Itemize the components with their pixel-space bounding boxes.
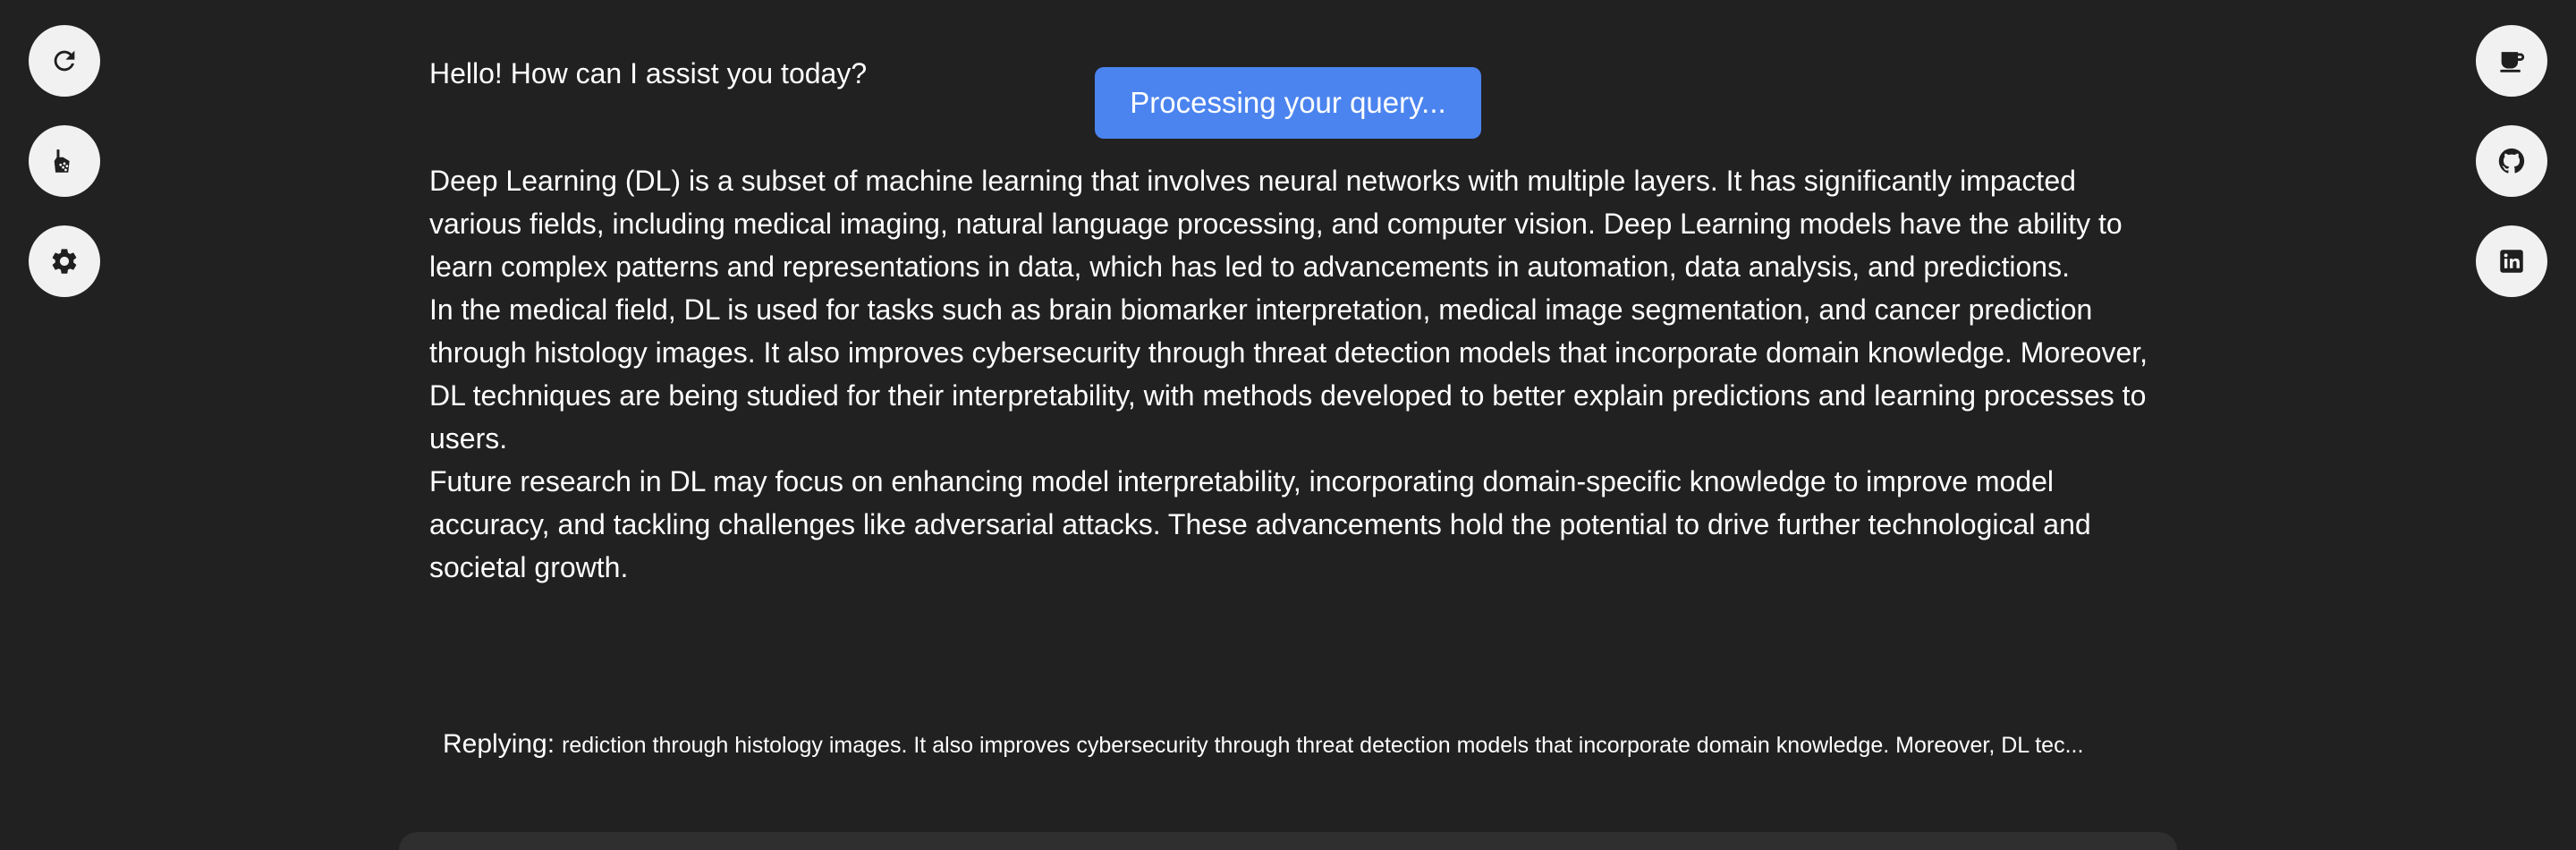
answer-paragraph: Deep Learning (DL) is a subset of machin… [429, 165, 2123, 283]
refresh-icon [54, 50, 75, 72]
replying-text: rediction through histology images. It a… [562, 733, 2084, 758]
assistant-answer: Deep Learning (DL) is a subset of machin… [429, 159, 2165, 589]
answer-paragraph: In the medical field, DL is used for tas… [429, 293, 2148, 455]
coffee-cup-icon [2500, 52, 2525, 72]
app-root: Hello! How can I assist you today? Deep … [0, 0, 2576, 850]
replying-preview: Replying: rediction through histology ima… [443, 723, 2160, 770]
github-icon [2498, 148, 2525, 174]
settings-button[interactable] [29, 225, 100, 297]
broom-icon [54, 149, 70, 173]
refresh-button[interactable] [29, 25, 100, 97]
clear-chat-button[interactable] [29, 125, 100, 197]
gear-icon [52, 249, 77, 274]
answer-paragraph: Future research in DL may focus on enhan… [429, 465, 2091, 583]
linkedin-link-button[interactable] [2476, 225, 2547, 297]
buy-coffee-button[interactable] [2476, 25, 2547, 97]
processing-status-badge: Processing your query... [1095, 67, 1481, 139]
github-link-button[interactable] [2476, 125, 2547, 197]
linkedin-icon [2500, 250, 2523, 273]
replying-label: Replying: [443, 729, 555, 759]
message-input-bar[interactable] [399, 832, 2177, 850]
